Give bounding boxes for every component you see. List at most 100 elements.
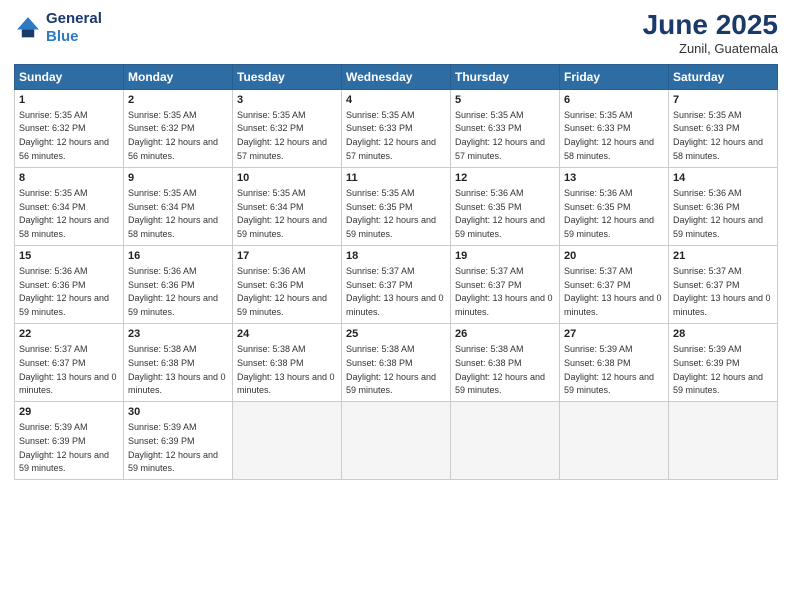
table-row: 29 Sunrise: 5:39 AMSunset: 6:39 PMDaylig…: [15, 402, 124, 480]
day-number: 19: [455, 249, 555, 264]
table-row: 6 Sunrise: 5:35 AMSunset: 6:33 PMDayligh…: [560, 89, 669, 167]
table-row: 24 Sunrise: 5:38 AMSunset: 6:38 PMDaylig…: [233, 324, 342, 402]
col-thursday: Thursday: [451, 64, 560, 89]
logo: General Blue: [14, 10, 102, 46]
page: General Blue June 2025 Zunil, Guatemala …: [0, 0, 792, 612]
table-row: 7 Sunrise: 5:35 AMSunset: 6:33 PMDayligh…: [669, 89, 778, 167]
table-row: 5 Sunrise: 5:35 AMSunset: 6:33 PMDayligh…: [451, 89, 560, 167]
day-number: 26: [455, 327, 555, 342]
day-info: Sunrise: 5:35 AMSunset: 6:35 PMDaylight:…: [346, 188, 436, 239]
day-number: 3: [237, 93, 337, 108]
table-row: 22 Sunrise: 5:37 AMSunset: 6:37 PMDaylig…: [15, 324, 124, 402]
day-number: 10: [237, 171, 337, 186]
table-row: 21 Sunrise: 5:37 AMSunset: 6:37 PMDaylig…: [669, 245, 778, 323]
table-row: 8 Sunrise: 5:35 AMSunset: 6:34 PMDayligh…: [15, 167, 124, 245]
day-info: Sunrise: 5:36 AMSunset: 6:35 PMDaylight:…: [455, 188, 545, 239]
table-row: 25 Sunrise: 5:38 AMSunset: 6:38 PMDaylig…: [342, 324, 451, 402]
calendar-header-row: Sunday Monday Tuesday Wednesday Thursday…: [15, 64, 778, 89]
day-number: 30: [128, 405, 228, 420]
header: General Blue June 2025 Zunil, Guatemala: [14, 10, 778, 56]
table-row: 2 Sunrise: 5:35 AMSunset: 6:32 PMDayligh…: [124, 89, 233, 167]
day-info: Sunrise: 5:39 AMSunset: 6:39 PMDaylight:…: [128, 422, 218, 473]
table-row: 11 Sunrise: 5:35 AMSunset: 6:35 PMDaylig…: [342, 167, 451, 245]
day-number: 11: [346, 171, 446, 186]
day-info: Sunrise: 5:37 AMSunset: 6:37 PMDaylight:…: [673, 266, 771, 317]
day-info: Sunrise: 5:35 AMSunset: 6:33 PMDaylight:…: [673, 110, 763, 161]
day-info: Sunrise: 5:35 AMSunset: 6:34 PMDaylight:…: [19, 188, 109, 239]
day-number: 4: [346, 93, 446, 108]
col-wednesday: Wednesday: [342, 64, 451, 89]
day-info: Sunrise: 5:38 AMSunset: 6:38 PMDaylight:…: [455, 344, 545, 395]
table-row: 12 Sunrise: 5:36 AMSunset: 6:35 PMDaylig…: [451, 167, 560, 245]
logo-text: General Blue: [46, 10, 102, 46]
day-info: Sunrise: 5:35 AMSunset: 6:34 PMDaylight:…: [237, 188, 327, 239]
table-row: 3 Sunrise: 5:35 AMSunset: 6:32 PMDayligh…: [233, 89, 342, 167]
title-block: June 2025 Zunil, Guatemala: [643, 10, 778, 56]
day-info: Sunrise: 5:35 AMSunset: 6:33 PMDaylight:…: [346, 110, 436, 161]
col-sunday: Sunday: [15, 64, 124, 89]
day-number: 13: [564, 171, 664, 186]
table-row: 9 Sunrise: 5:35 AMSunset: 6:34 PMDayligh…: [124, 167, 233, 245]
day-info: Sunrise: 5:35 AMSunset: 6:32 PMDaylight:…: [19, 110, 109, 161]
calendar-week-row: 1 Sunrise: 5:35 AMSunset: 6:32 PMDayligh…: [15, 89, 778, 167]
calendar-week-row: 8 Sunrise: 5:35 AMSunset: 6:34 PMDayligh…: [15, 167, 778, 245]
day-number: 28: [673, 327, 773, 342]
title-month: June 2025: [643, 10, 778, 41]
day-info: Sunrise: 5:36 AMSunset: 6:35 PMDaylight:…: [564, 188, 654, 239]
table-row: 30 Sunrise: 5:39 AMSunset: 6:39 PMDaylig…: [124, 402, 233, 480]
table-row: 26 Sunrise: 5:38 AMSunset: 6:38 PMDaylig…: [451, 324, 560, 402]
day-info: Sunrise: 5:38 AMSunset: 6:38 PMDaylight:…: [346, 344, 436, 395]
table-row: 4 Sunrise: 5:35 AMSunset: 6:33 PMDayligh…: [342, 89, 451, 167]
calendar-week-row: 22 Sunrise: 5:37 AMSunset: 6:37 PMDaylig…: [15, 324, 778, 402]
table-row: 16 Sunrise: 5:36 AMSunset: 6:36 PMDaylig…: [124, 245, 233, 323]
logo-icon: [14, 14, 42, 42]
day-number: 1: [19, 93, 119, 108]
day-number: 2: [128, 93, 228, 108]
logo-line2: Blue: [46, 28, 79, 45]
day-number: 24: [237, 327, 337, 342]
day-number: 29: [19, 405, 119, 420]
day-info: Sunrise: 5:37 AMSunset: 6:37 PMDaylight:…: [19, 344, 117, 395]
day-info: Sunrise: 5:36 AMSunset: 6:36 PMDaylight:…: [19, 266, 109, 317]
day-info: Sunrise: 5:35 AMSunset: 6:34 PMDaylight:…: [128, 188, 218, 239]
day-info: Sunrise: 5:35 AMSunset: 6:33 PMDaylight:…: [455, 110, 545, 161]
table-row: 27 Sunrise: 5:39 AMSunset: 6:38 PMDaylig…: [560, 324, 669, 402]
table-row: [451, 402, 560, 480]
table-row: [669, 402, 778, 480]
day-number: 15: [19, 249, 119, 264]
table-row: 13 Sunrise: 5:36 AMSunset: 6:35 PMDaylig…: [560, 167, 669, 245]
col-tuesday: Tuesday: [233, 64, 342, 89]
day-number: 7: [673, 93, 773, 108]
day-number: 25: [346, 327, 446, 342]
table-row: 19 Sunrise: 5:37 AMSunset: 6:37 PMDaylig…: [451, 245, 560, 323]
day-info: Sunrise: 5:39 AMSunset: 6:39 PMDaylight:…: [19, 422, 109, 473]
day-number: 20: [564, 249, 664, 264]
table-row: 20 Sunrise: 5:37 AMSunset: 6:37 PMDaylig…: [560, 245, 669, 323]
day-info: Sunrise: 5:36 AMSunset: 6:36 PMDaylight:…: [128, 266, 218, 317]
day-info: Sunrise: 5:39 AMSunset: 6:38 PMDaylight:…: [564, 344, 654, 395]
table-row: 15 Sunrise: 5:36 AMSunset: 6:36 PMDaylig…: [15, 245, 124, 323]
day-number: 18: [346, 249, 446, 264]
day-number: 23: [128, 327, 228, 342]
day-number: 5: [455, 93, 555, 108]
title-location: Zunil, Guatemala: [643, 41, 778, 56]
day-info: Sunrise: 5:37 AMSunset: 6:37 PMDaylight:…: [564, 266, 662, 317]
table-row: 17 Sunrise: 5:36 AMSunset: 6:36 PMDaylig…: [233, 245, 342, 323]
calendar-week-row: 15 Sunrise: 5:36 AMSunset: 6:36 PMDaylig…: [15, 245, 778, 323]
day-number: 17: [237, 249, 337, 264]
day-info: Sunrise: 5:39 AMSunset: 6:39 PMDaylight:…: [673, 344, 763, 395]
day-info: Sunrise: 5:38 AMSunset: 6:38 PMDaylight:…: [128, 344, 226, 395]
day-info: Sunrise: 5:36 AMSunset: 6:36 PMDaylight:…: [237, 266, 327, 317]
day-number: 16: [128, 249, 228, 264]
table-row: [342, 402, 451, 480]
day-number: 27: [564, 327, 664, 342]
col-saturday: Saturday: [669, 64, 778, 89]
day-number: 14: [673, 171, 773, 186]
day-number: 6: [564, 93, 664, 108]
col-friday: Friday: [560, 64, 669, 89]
table-row: [233, 402, 342, 480]
calendar-week-row: 29 Sunrise: 5:39 AMSunset: 6:39 PMDaylig…: [15, 402, 778, 480]
col-monday: Monday: [124, 64, 233, 89]
day-number: 8: [19, 171, 119, 186]
calendar-table: Sunday Monday Tuesday Wednesday Thursday…: [14, 64, 778, 480]
